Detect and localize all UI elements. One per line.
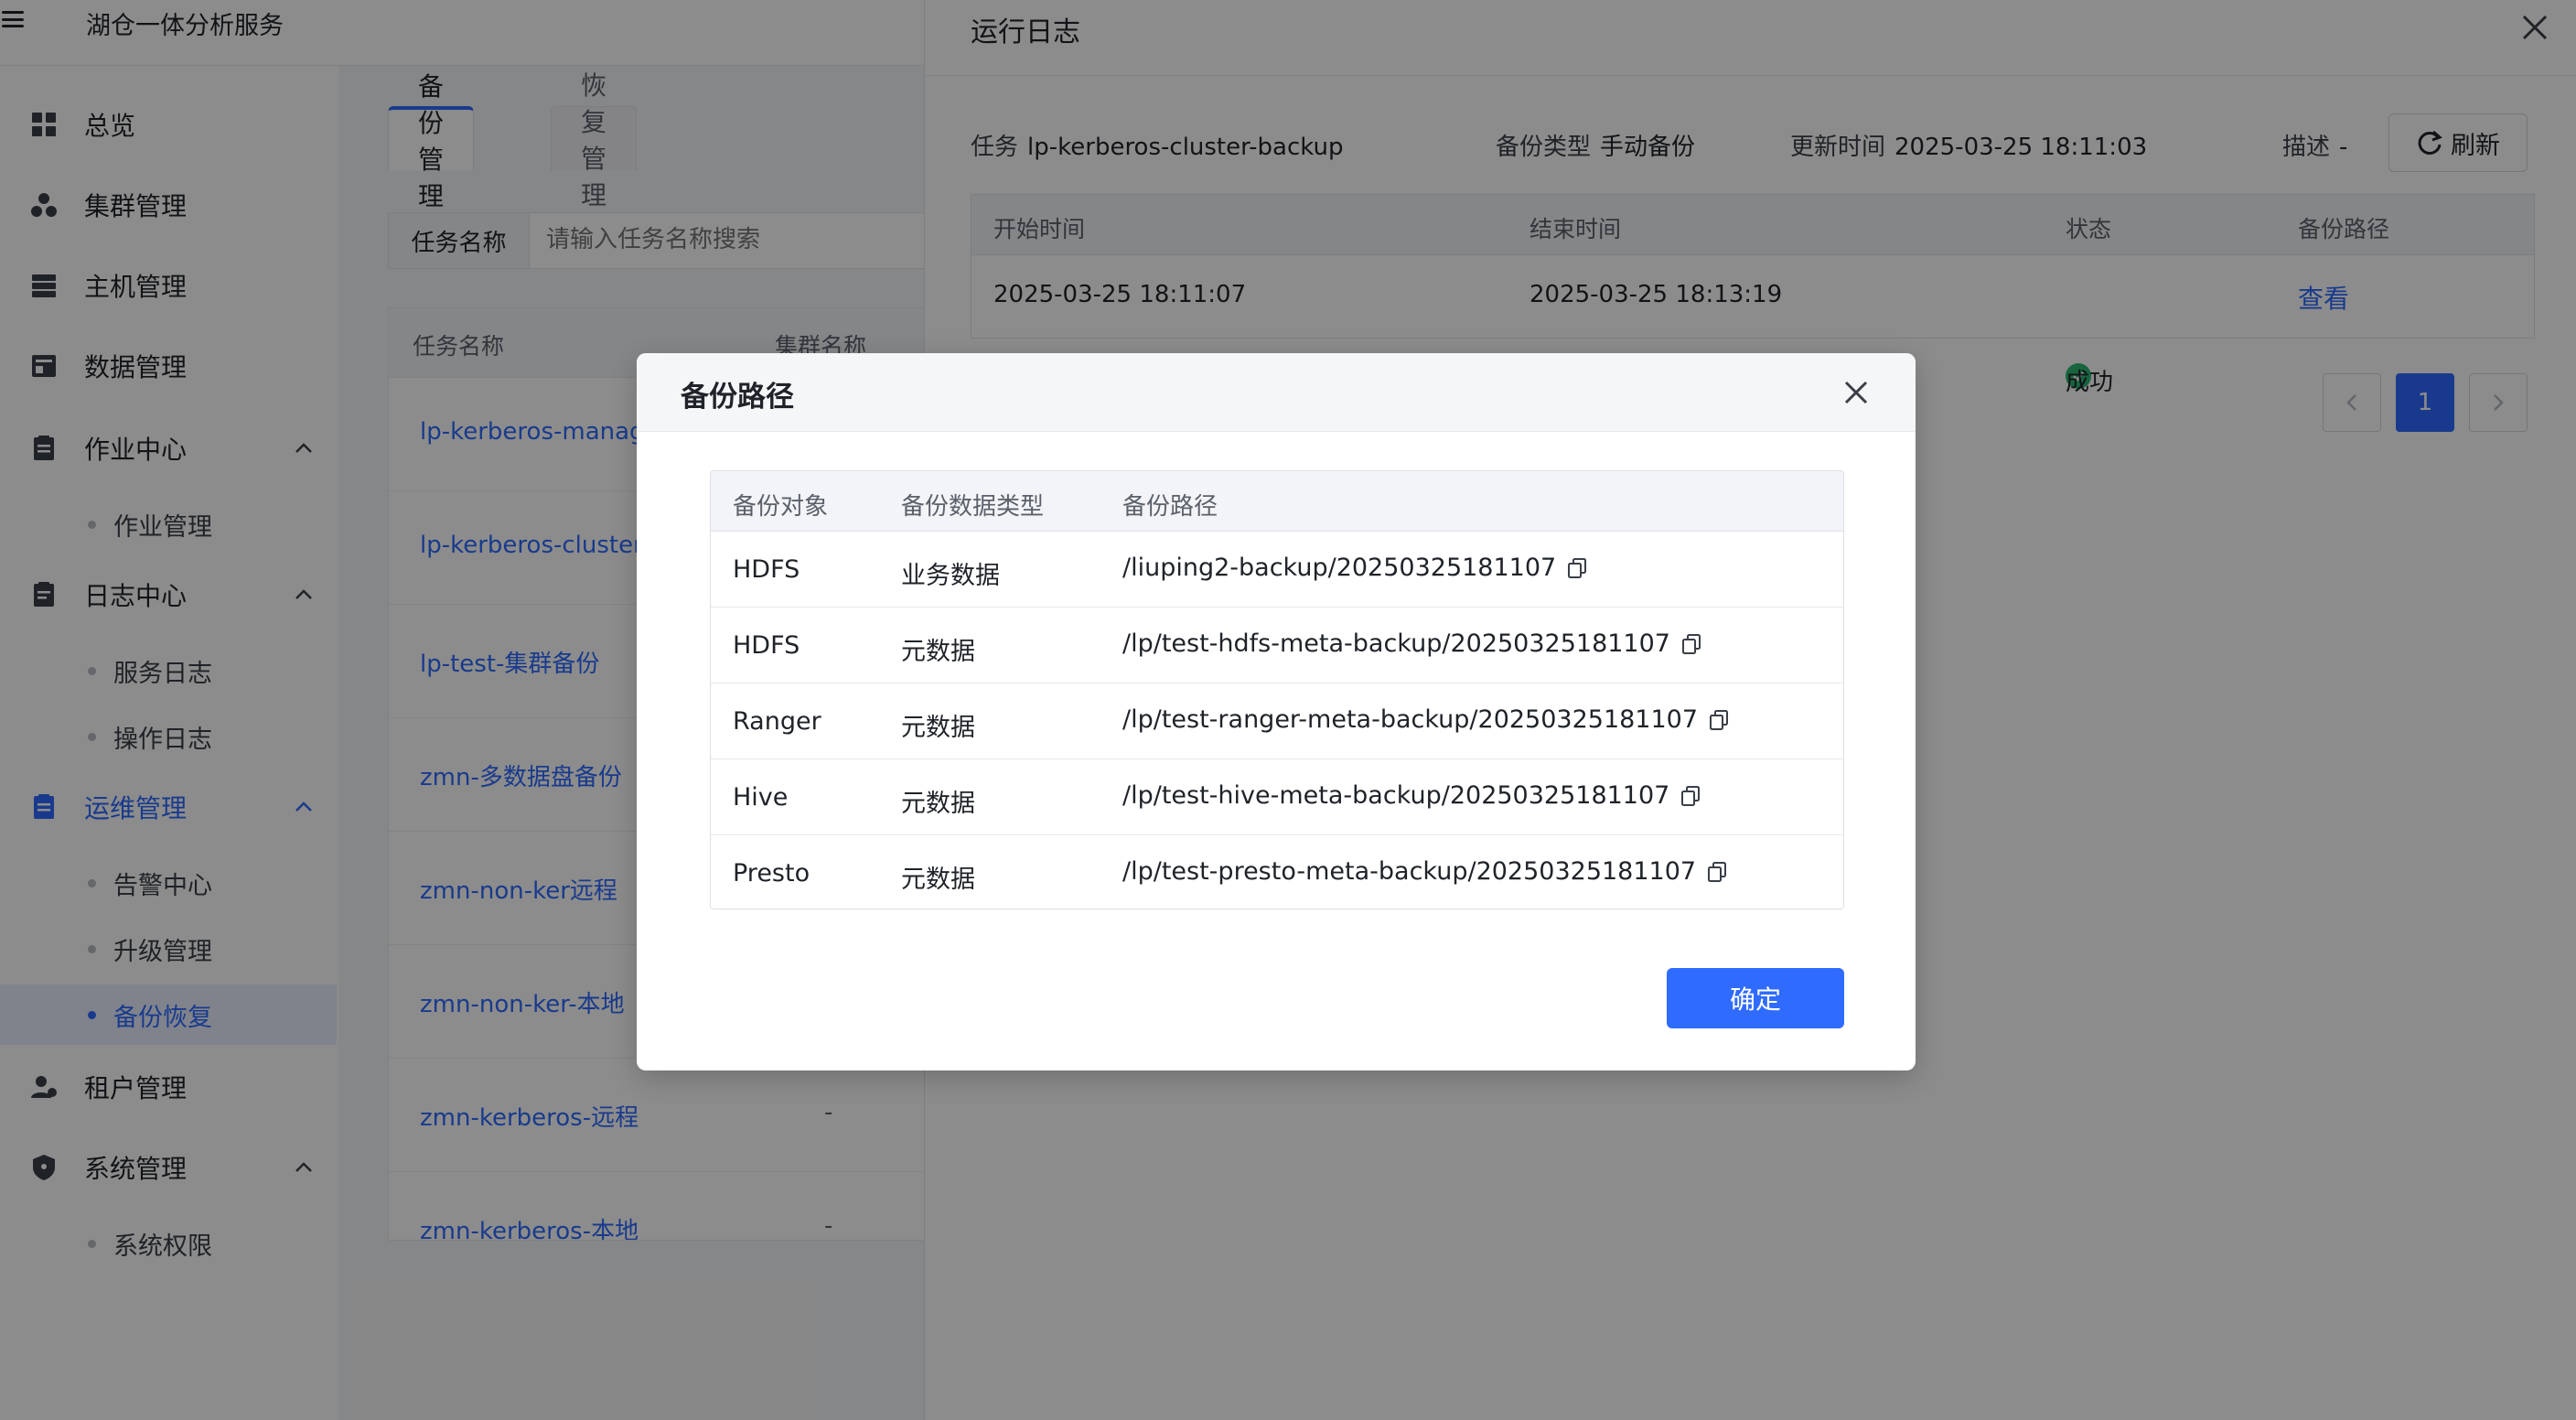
object-cell: HDFS: [733, 631, 800, 660]
path-cell: /lp/test-hive-meta-backup/20250325181107: [1122, 781, 1701, 810]
path-cell: /lp/test-presto-meta-backup/202503251811…: [1122, 857, 1727, 886]
modal-header: 备份路径: [637, 353, 1916, 432]
data-type-cell: 业务数据: [901, 562, 1000, 590]
copy-icon[interactable]: [1707, 861, 1727, 883]
path-text: /liuping2-backup/20250325181107: [1122, 554, 1557, 582]
copy-icon[interactable]: [1680, 785, 1701, 807]
backup-path-modal: 备份路径 备份对象 备份数据类型 备份路径 HDFS 业务数据 /liuping…: [637, 353, 1916, 1070]
path-text: /lp/test-presto-meta-backup/202503251811…: [1122, 857, 1697, 886]
table-row: Ranger 元数据 /lp/test-ranger-meta-backup/2…: [711, 683, 1843, 759]
modal-title: 备份路径: [681, 381, 794, 414]
column-header-object: 备份对象: [733, 493, 829, 521]
path-text: /lp/test-hive-meta-backup/20250325181107: [1122, 781, 1670, 810]
object-cell: Ranger: [733, 707, 821, 736]
copy-icon[interactable]: [1709, 709, 1729, 731]
data-type-cell: 元数据: [901, 866, 975, 894]
copy-icon[interactable]: [1567, 557, 1587, 579]
path-text: /lp/test-hdfs-meta-backup/20250325181107: [1122, 629, 1670, 658]
object-cell: Hive: [733, 783, 789, 812]
path-text: /lp/test-ranger-meta-backup/202503251811…: [1122, 705, 1699, 734]
backup-path-table: 备份对象 备份数据类型 备份路径 HDFS 业务数据 /liuping2-bac…: [710, 470, 1844, 909]
object-cell: HDFS: [733, 555, 800, 584]
path-cell: /lp/test-hdfs-meta-backup/20250325181107: [1122, 629, 1701, 658]
path-cell: /liuping2-backup/20250325181107: [1122, 554, 1587, 582]
copy-icon[interactable]: [1681, 633, 1701, 655]
table-row: Hive 元数据 /lp/test-hive-meta-backup/20250…: [711, 759, 1843, 835]
app-root: 湖仓一体分析服务 总览 集群管理 主机管理 数据管理 作业中心 作业管理 日志中…: [0, 0, 2576, 1420]
table-row: Presto 元数据 /lp/test-presto-meta-backup/2…: [711, 835, 1843, 909]
object-cell: Presto: [733, 859, 810, 888]
table-header: 备份对象 备份数据类型 备份路径: [711, 471, 1843, 532]
confirm-button[interactable]: 确定: [1667, 968, 1844, 1028]
column-header-data-type: 备份数据类型: [901, 493, 1045, 521]
data-type-cell: 元数据: [901, 638, 975, 666]
data-type-cell: 元数据: [901, 714, 975, 742]
data-type-cell: 元数据: [901, 790, 975, 818]
close-icon[interactable]: [1841, 377, 1872, 408]
table-row: HDFS 业务数据 /liuping2-backup/2025032518110…: [711, 532, 1843, 608]
path-cell: /lp/test-ranger-meta-backup/202503251811…: [1122, 705, 1729, 734]
table-row: HDFS 元数据 /lp/test-hdfs-meta-backup/20250…: [711, 608, 1843, 683]
column-header-path: 备份路径: [1122, 493, 1218, 521]
